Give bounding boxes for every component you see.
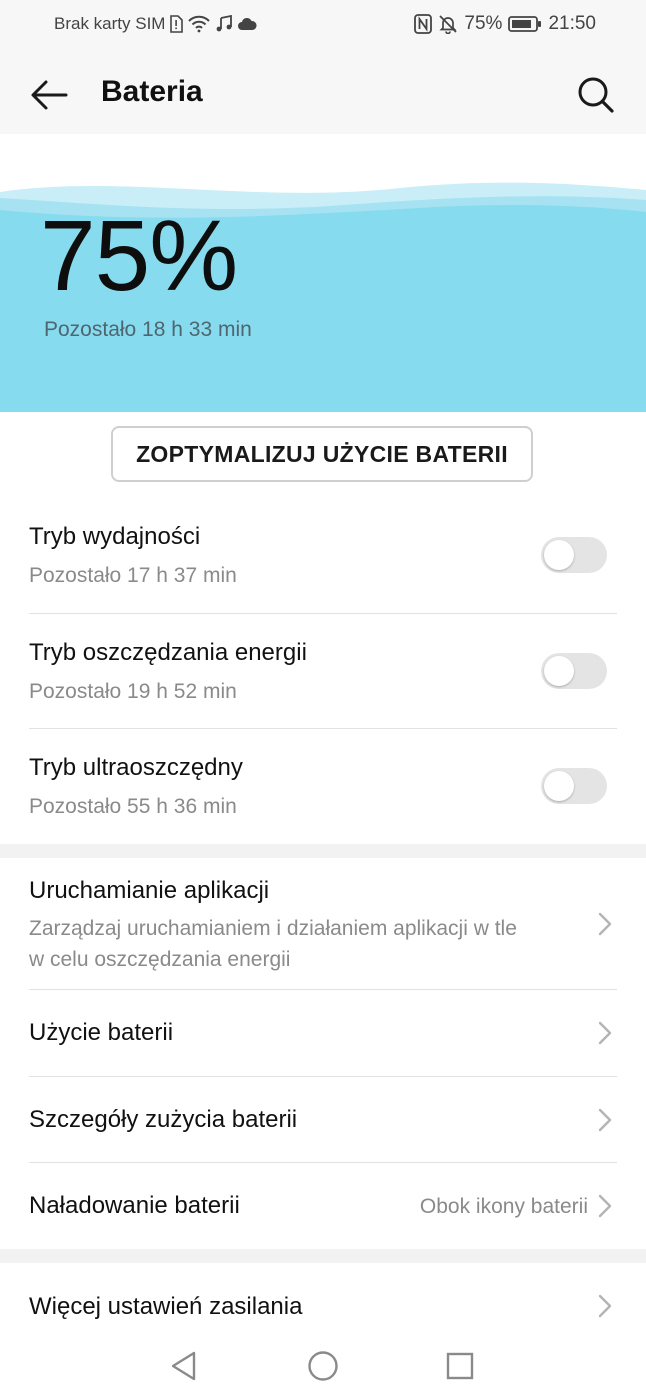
usage-details-title: Szczegóły zużycia baterii — [29, 1106, 298, 1133]
cloud-icon — [237, 17, 257, 31]
battery-usage-title: Użycie baterii — [29, 1019, 174, 1046]
mode-title: Tryb wydajności — [29, 523, 201, 550]
bell-off-icon — [438, 14, 458, 34]
mode-subtitle: Pozostało 17 h 37 min — [29, 564, 237, 587]
battery-remaining-text: Pozostało 18 h 33 min — [44, 318, 252, 341]
mode-title: Tryb oszczędzania energii — [29, 639, 307, 666]
ultra-saving-mode-toggle[interactable] — [541, 768, 607, 804]
back-button[interactable] — [26, 72, 72, 118]
app-bar: Bateria — [0, 50, 646, 134]
section-divider — [0, 1249, 646, 1263]
app-launch-row[interactable]: Uruchamianie aplikacji Zarządzaj urucham… — [0, 858, 646, 990]
mode-subtitle: Pozostało 55 h 36 min — [29, 795, 237, 818]
toggle-knob — [544, 540, 574, 570]
divider — [29, 613, 617, 614]
nav-recents-button[interactable] — [440, 1346, 480, 1386]
power-saving-mode-toggle[interactable] — [541, 653, 607, 689]
status-right: 75% 21:50 — [414, 13, 596, 35]
mode-row-ultra-saving[interactable]: Tryb ultraoszczędny Pozostało 55 h 36 mi… — [0, 741, 646, 843]
page-title: Bateria — [101, 75, 203, 108]
performance-mode-toggle[interactable] — [541, 537, 607, 573]
arrow-left-icon — [31, 80, 68, 110]
music-note-icon — [215, 15, 233, 33]
status-bar: Brak karty SIM 75% 21:50 — [0, 0, 646, 50]
status-left: Brak karty SIM — [54, 14, 257, 34]
app-launch-subtitle-line2: w celu oszczędzania energii — [29, 948, 291, 971]
mode-subtitle: Pozostało 19 h 52 min — [29, 680, 237, 703]
battery-percent-text: 75% — [464, 13, 503, 34]
nav-back-button[interactable] — [164, 1346, 204, 1386]
sim-alert-icon — [169, 15, 184, 33]
square-recents-icon — [446, 1352, 474, 1380]
triangle-back-icon — [171, 1351, 196, 1381]
chevron-right-icon — [598, 1294, 612, 1318]
mode-row-performance[interactable]: Tryb wydajności Pozostało 17 h 37 min — [0, 510, 646, 614]
section-divider — [0, 844, 646, 858]
battery-icon — [508, 15, 542, 33]
app-launch-title: Uruchamianie aplikacji — [29, 877, 270, 904]
search-button[interactable] — [574, 72, 618, 118]
chevron-right-icon — [598, 1194, 612, 1218]
chevron-right-icon — [598, 1021, 612, 1045]
clock-text: 21:50 — [548, 13, 596, 34]
wifi-icon — [187, 15, 211, 33]
circle-home-icon — [308, 1351, 338, 1381]
mode-row-power-saving[interactable]: Tryb oszczędzania energii Pozostało 19 h… — [0, 626, 646, 728]
nav-home-button[interactable] — [303, 1346, 343, 1386]
more-power-title: Więcej ustawień zasilania — [29, 1293, 303, 1320]
chevron-right-icon — [598, 1108, 612, 1132]
chevron-right-icon — [598, 912, 612, 936]
toggle-knob — [544, 656, 574, 686]
divider — [29, 728, 617, 729]
app-launch-subtitle-line1: Zarządzaj uruchamianiem i działaniem apl… — [29, 917, 517, 940]
battery-level-row[interactable]: Naładowanie baterii Obok ikony baterii — [0, 1163, 646, 1249]
mode-title: Tryb ultraoszczędny — [29, 754, 243, 781]
optimize-battery-button[interactable]: ZOPTYMALIZUJ UŻYCIE BATERII — [111, 426, 533, 482]
battery-level-title: Naładowanie baterii — [29, 1192, 240, 1219]
battery-usage-row[interactable]: Użycie baterii — [0, 990, 646, 1076]
toggle-knob — [544, 771, 574, 801]
battery-percent-large: 75% — [40, 200, 238, 312]
battery-level-panel: 75% Pozostało 18 h 33 min — [0, 134, 646, 412]
battery-level-value: Obok ikony baterii — [419, 1195, 588, 1218]
carrier-text: Brak karty SIM — [54, 14, 166, 33]
search-icon — [578, 77, 614, 113]
usage-details-row[interactable]: Szczegóły zużycia baterii — [0, 1077, 646, 1163]
navigation-bar — [0, 1330, 646, 1400]
nfc-icon — [414, 14, 433, 34]
